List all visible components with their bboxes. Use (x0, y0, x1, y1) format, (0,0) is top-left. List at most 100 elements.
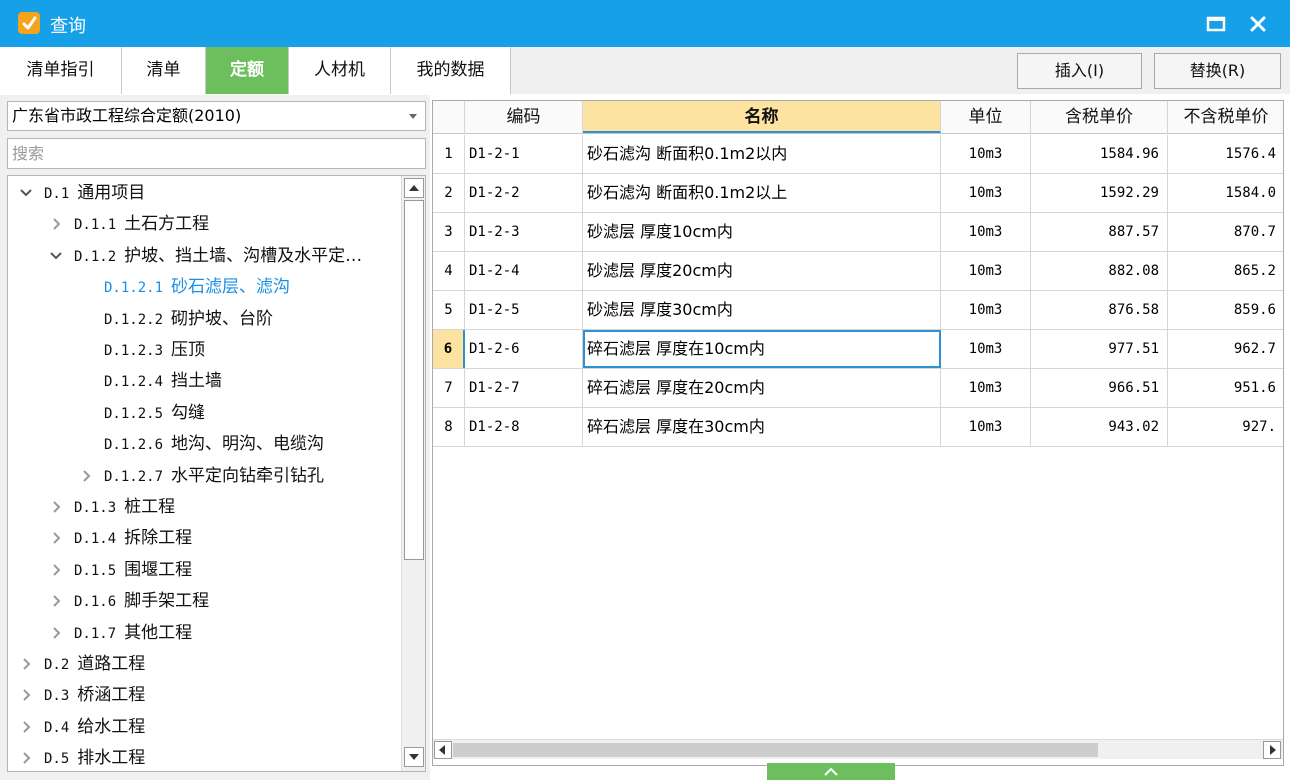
chevron-right-icon[interactable] (18, 687, 34, 703)
tree-item[interactable]: D.5 排水工程 (18, 743, 145, 771)
table-row[interactable]: 1 D1-2-1 砂石滤沟 断面积0.1m2以内 10m3 1584.96 1576.4 (433, 135, 1283, 174)
cell-code[interactable]: D1-2-7 (465, 369, 583, 407)
tree-item[interactable]: D.1.2.2 砌护坡、台阶 (104, 304, 273, 334)
table-row[interactable]: 3 D1-2-3 砂滤层 厚度10cm内 10m3 887.57 870.7 (433, 213, 1283, 252)
tree-item[interactable]: D.1.2.7 水平定向钻牵引钻孔 (78, 461, 324, 491)
cell-unit[interactable]: 10m3 (941, 291, 1031, 329)
tree-item[interactable]: D.4 给水工程 (18, 712, 145, 742)
table-row[interactable]: 2 D1-2-2 砂石滤沟 断面积0.1m2以上 10m3 1592.29 1584.0 (433, 174, 1283, 213)
chevron-right-icon[interactable] (48, 593, 64, 609)
cell-name[interactable]: 砂滤层 厚度20cm内 (583, 252, 941, 290)
chevron-right-icon[interactable] (18, 656, 34, 672)
tree-item[interactable]: D.3 桥涵工程 (18, 680, 145, 710)
table-row[interactable]: 4 D1-2-4 砂滤层 厚度20cm内 10m3 882.08 865.2 (433, 252, 1283, 291)
row-index[interactable]: 6 (433, 330, 465, 368)
chevron-right-icon[interactable] (18, 719, 34, 735)
tab-quota[interactable]: 定额 (206, 47, 289, 94)
cell-name[interactable]: 砂石滤沟 断面积0.1m2以上 (583, 174, 941, 212)
table-row[interactable]: 6 D1-2-6 碎石滤层 厚度在10cm内 10m3 977.51 962.7 (433, 330, 1283, 369)
cell-price-tax[interactable]: 977.51 (1031, 330, 1168, 368)
tree-item[interactable]: D.1.3 桩工程 (48, 492, 175, 522)
tree-item[interactable]: D.1.1 土石方工程 (48, 209, 209, 239)
tree-scrollbar[interactable] (401, 176, 425, 771)
insert-button[interactable]: 插入(I) (1017, 53, 1142, 89)
chevron-right-icon[interactable] (48, 625, 64, 641)
row-index[interactable]: 4 (433, 252, 465, 290)
tree-item[interactable]: D.1 通用项目 (18, 178, 145, 208)
panel-splitter-handle[interactable] (767, 763, 895, 780)
scroll-left-icon[interactable] (434, 741, 452, 759)
scroll-right-icon[interactable] (1263, 741, 1281, 759)
chevron-right-icon[interactable] (48, 499, 64, 515)
chevron-right-icon[interactable] (48, 562, 64, 578)
tree-item[interactable]: D.1.2.4 挡土墙 (104, 366, 222, 396)
replace-button[interactable]: 替换(R) (1154, 53, 1281, 89)
tab-materials[interactable]: 人材机 (289, 47, 391, 94)
cell-price-tax[interactable]: 887.57 (1031, 213, 1168, 251)
chevron-right-icon[interactable] (78, 468, 94, 484)
grid-hscrollbar[interactable] (433, 739, 1283, 759)
close-icon[interactable] (1244, 10, 1272, 38)
cell-code[interactable]: D1-2-8 (465, 408, 583, 446)
cell-unit[interactable]: 10m3 (941, 135, 1031, 173)
col-header-price-notax[interactable]: 不含税单价 (1168, 101, 1283, 133)
cell-code[interactable]: D1-2-3 (465, 213, 583, 251)
cell-name[interactable]: 砂滤层 厚度30cm内 (583, 291, 941, 329)
hscroll-thumb[interactable] (453, 743, 1098, 757)
col-header-price-tax[interactable]: 含税单价 (1031, 101, 1168, 133)
table-row[interactable]: 8 D1-2-8 碎石滤层 厚度在30cm内 10m3 943.02 927. (433, 408, 1283, 447)
chevron-down-icon[interactable] (48, 248, 64, 264)
cell-price-tax[interactable]: 882.08 (1031, 252, 1168, 290)
scroll-down-icon[interactable] (404, 747, 424, 767)
cell-unit[interactable]: 10m3 (941, 252, 1031, 290)
tree-item[interactable]: D.1.2 护坡、挡土墙、沟槽及水平定… (48, 241, 362, 271)
col-header-code[interactable]: 编码 (465, 101, 583, 133)
maximize-icon[interactable] (1202, 10, 1230, 38)
col-header-name[interactable]: 名称 (583, 101, 941, 133)
cell-name[interactable]: 碎石滤层 厚度在10cm内 (583, 330, 941, 368)
tree-item[interactable]: D.1.2.5 勾缝 (104, 398, 205, 428)
cell-price-tax[interactable]: 876.58 (1031, 291, 1168, 329)
tree-item[interactable]: D.2 道路工程 (18, 649, 145, 679)
tree-item[interactable]: D.1.5 围堰工程 (48, 555, 192, 585)
cell-name[interactable]: 碎石滤层 厚度在20cm内 (583, 369, 941, 407)
row-index[interactable]: 3 (433, 213, 465, 251)
chevron-down-icon[interactable] (18, 185, 34, 201)
cell-price-notax[interactable]: 1584.0 (1168, 174, 1283, 212)
cell-price-notax[interactable]: 870.7 (1168, 213, 1283, 251)
cell-price-tax[interactable]: 966.51 (1031, 369, 1168, 407)
cell-unit[interactable]: 10m3 (941, 369, 1031, 407)
tab-my-data[interactable]: 我的数据 (391, 47, 511, 94)
cell-code[interactable]: D1-2-2 (465, 174, 583, 212)
row-index[interactable]: 7 (433, 369, 465, 407)
tab-bill[interactable]: 清单 (122, 47, 206, 94)
cell-price-notax[interactable]: 865.2 (1168, 252, 1283, 290)
chevron-right-icon[interactable] (18, 750, 34, 766)
tree-item[interactable]: D.1.4 拆除工程 (48, 523, 192, 553)
cell-price-tax[interactable]: 943.02 (1031, 408, 1168, 446)
scroll-up-icon[interactable] (404, 178, 424, 198)
tree-item[interactable]: D.1.2.1 砂石滤层、滤沟 (104, 272, 290, 302)
table-row[interactable]: 7 D1-2-7 碎石滤层 厚度在20cm内 10m3 966.51 951.6 (433, 369, 1283, 408)
scroll-thumb[interactable] (404, 200, 424, 560)
cell-unit[interactable]: 10m3 (941, 174, 1031, 212)
row-index[interactable]: 5 (433, 291, 465, 329)
cell-price-notax[interactable]: 927. (1168, 408, 1283, 446)
tree-item[interactable]: D.1.2.3 压顶 (104, 335, 205, 365)
cell-code[interactable]: D1-2-5 (465, 291, 583, 329)
cell-name[interactable]: 碎石滤层 厚度在30cm内 (583, 408, 941, 446)
cell-price-notax[interactable]: 859.6 (1168, 291, 1283, 329)
cell-code[interactable]: D1-2-4 (465, 252, 583, 290)
cell-unit[interactable]: 10m3 (941, 330, 1031, 368)
search-input[interactable] (7, 138, 426, 169)
cell-price-notax[interactable]: 962.7 (1168, 330, 1283, 368)
tree-item[interactable]: D.1.2.6 地沟、明沟、电缆沟 (104, 429, 324, 459)
cell-price-notax[interactable]: 1576.4 (1168, 135, 1283, 173)
cell-price-notax[interactable]: 951.6 (1168, 369, 1283, 407)
cell-name[interactable]: 砂滤层 厚度10cm内 (583, 213, 941, 251)
row-index[interactable]: 2 (433, 174, 465, 212)
cell-name[interactable]: 砂石滤沟 断面积0.1m2以内 (583, 135, 941, 173)
cell-code[interactable]: D1-2-1 (465, 135, 583, 173)
library-select[interactable]: 广东省市政工程综合定额(2010) (7, 101, 426, 131)
chevron-right-icon[interactable] (48, 216, 64, 232)
